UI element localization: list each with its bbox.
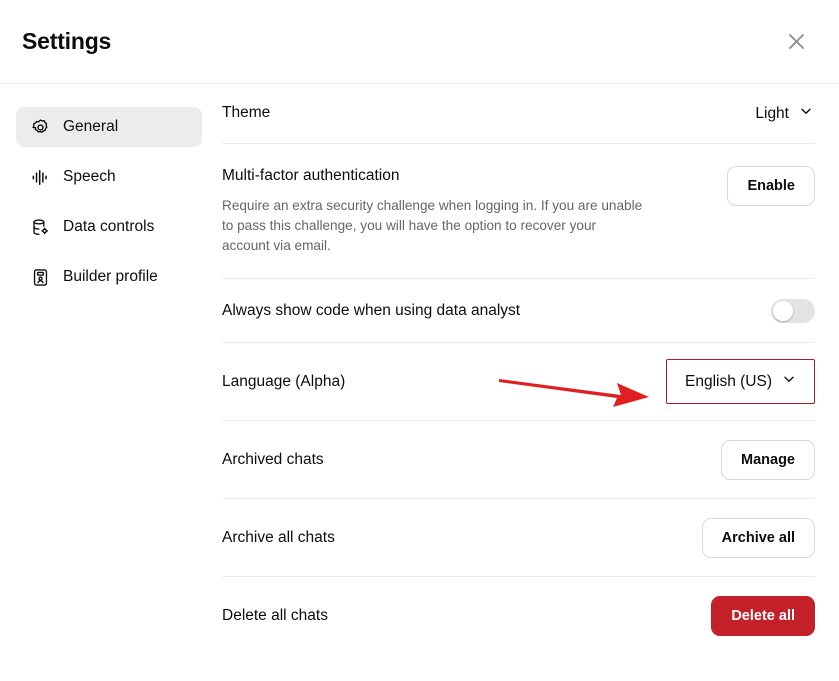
- row-control: [771, 298, 815, 323]
- settings-sidebar: General Speech Data controls Builder pro…: [0, 84, 212, 680]
- settings-row-language: Language (Alpha) English (US): [222, 343, 815, 422]
- sidebar-item-label: Speech: [63, 168, 116, 185]
- sidebar-item-label: Data controls: [63, 218, 155, 235]
- archived-chats-label: Archived chats: [222, 450, 324, 468]
- language-select[interactable]: English (US): [677, 366, 804, 397]
- language-highlight-box: English (US): [666, 359, 815, 405]
- theme-value: Light: [755, 104, 789, 122]
- sidebar-item-data-controls[interactable]: Data controls: [16, 207, 202, 247]
- settings-row-mfa: Multi-factor authentication Require an e…: [222, 144, 815, 280]
- settings-row-archive-all: Archive all chats Archive all: [222, 499, 815, 578]
- sidebar-item-label: Builder profile: [63, 268, 158, 285]
- language-value: English (US): [685, 372, 772, 390]
- theme-select[interactable]: Light: [753, 100, 815, 127]
- delete-all-label: Delete all chats: [222, 607, 328, 625]
- row-text: Archived chats: [222, 450, 340, 470]
- row-text: Multi-factor authentication Require an e…: [222, 166, 663, 256]
- settings-row-archived-chats: Archived chats Manage: [222, 421, 815, 500]
- sidebar-item-label: General: [63, 118, 119, 135]
- delete-all-button[interactable]: Delete all: [711, 596, 815, 637]
- row-control: Manage: [721, 439, 815, 480]
- chevron-down-icon: [799, 104, 813, 123]
- id-card-icon: [30, 267, 50, 287]
- show-code-toggle[interactable]: [771, 298, 815, 323]
- mfa-label: Multi-factor authentication: [222, 167, 400, 184]
- row-control: Archive all: [701, 517, 815, 558]
- row-text: Theme: [222, 103, 286, 123]
- settings-main-panel: Theme Light Multi-factor authentication …: [212, 84, 839, 680]
- close-button[interactable]: [779, 25, 813, 59]
- row-control: Delete all: [711, 596, 815, 637]
- settings-row-theme: Theme Light: [222, 84, 815, 144]
- row-control: English (US): [666, 359, 815, 405]
- database-gear-icon: [30, 217, 50, 237]
- row-control: Light: [753, 100, 815, 127]
- sidebar-item-builder-profile[interactable]: Builder profile: [16, 257, 202, 297]
- row-text: Always show code when using data analyst: [222, 301, 536, 321]
- show-code-label: Always show code when using data analyst: [222, 301, 521, 319]
- settings-row-delete-all: Delete all chats Delete all: [222, 577, 815, 655]
- mfa-description: Require an extra security challenge when…: [222, 198, 643, 254]
- toggle-knob: [773, 300, 793, 321]
- row-text: Language (Alpha): [222, 372, 361, 392]
- row-text: Delete all chats: [222, 606, 344, 626]
- manage-archived-chats-button[interactable]: Manage: [721, 439, 815, 480]
- dialog-body: General Speech Data controls Builder pro…: [0, 84, 839, 680]
- row-text: Archive all chats: [222, 528, 351, 548]
- row-control: Enable: [727, 166, 815, 206]
- settings-row-show-code: Always show code when using data analyst: [222, 279, 815, 344]
- language-label: Language (Alpha): [222, 372, 346, 390]
- page-title: Settings: [22, 28, 112, 54]
- gear-icon: [30, 117, 50, 137]
- dialog-header: Settings: [0, 0, 839, 84]
- chevron-down-icon: [782, 372, 796, 391]
- theme-label: Theme: [222, 104, 271, 122]
- sidebar-item-general[interactable]: General: [16, 107, 202, 147]
- sidebar-item-speech[interactable]: Speech: [16, 157, 202, 197]
- archive-all-label: Archive all chats: [222, 528, 335, 546]
- close-icon: [787, 32, 806, 51]
- waveform-icon: [30, 167, 50, 187]
- archive-all-button[interactable]: Archive all: [701, 517, 815, 558]
- enable-mfa-button[interactable]: Enable: [727, 166, 815, 206]
